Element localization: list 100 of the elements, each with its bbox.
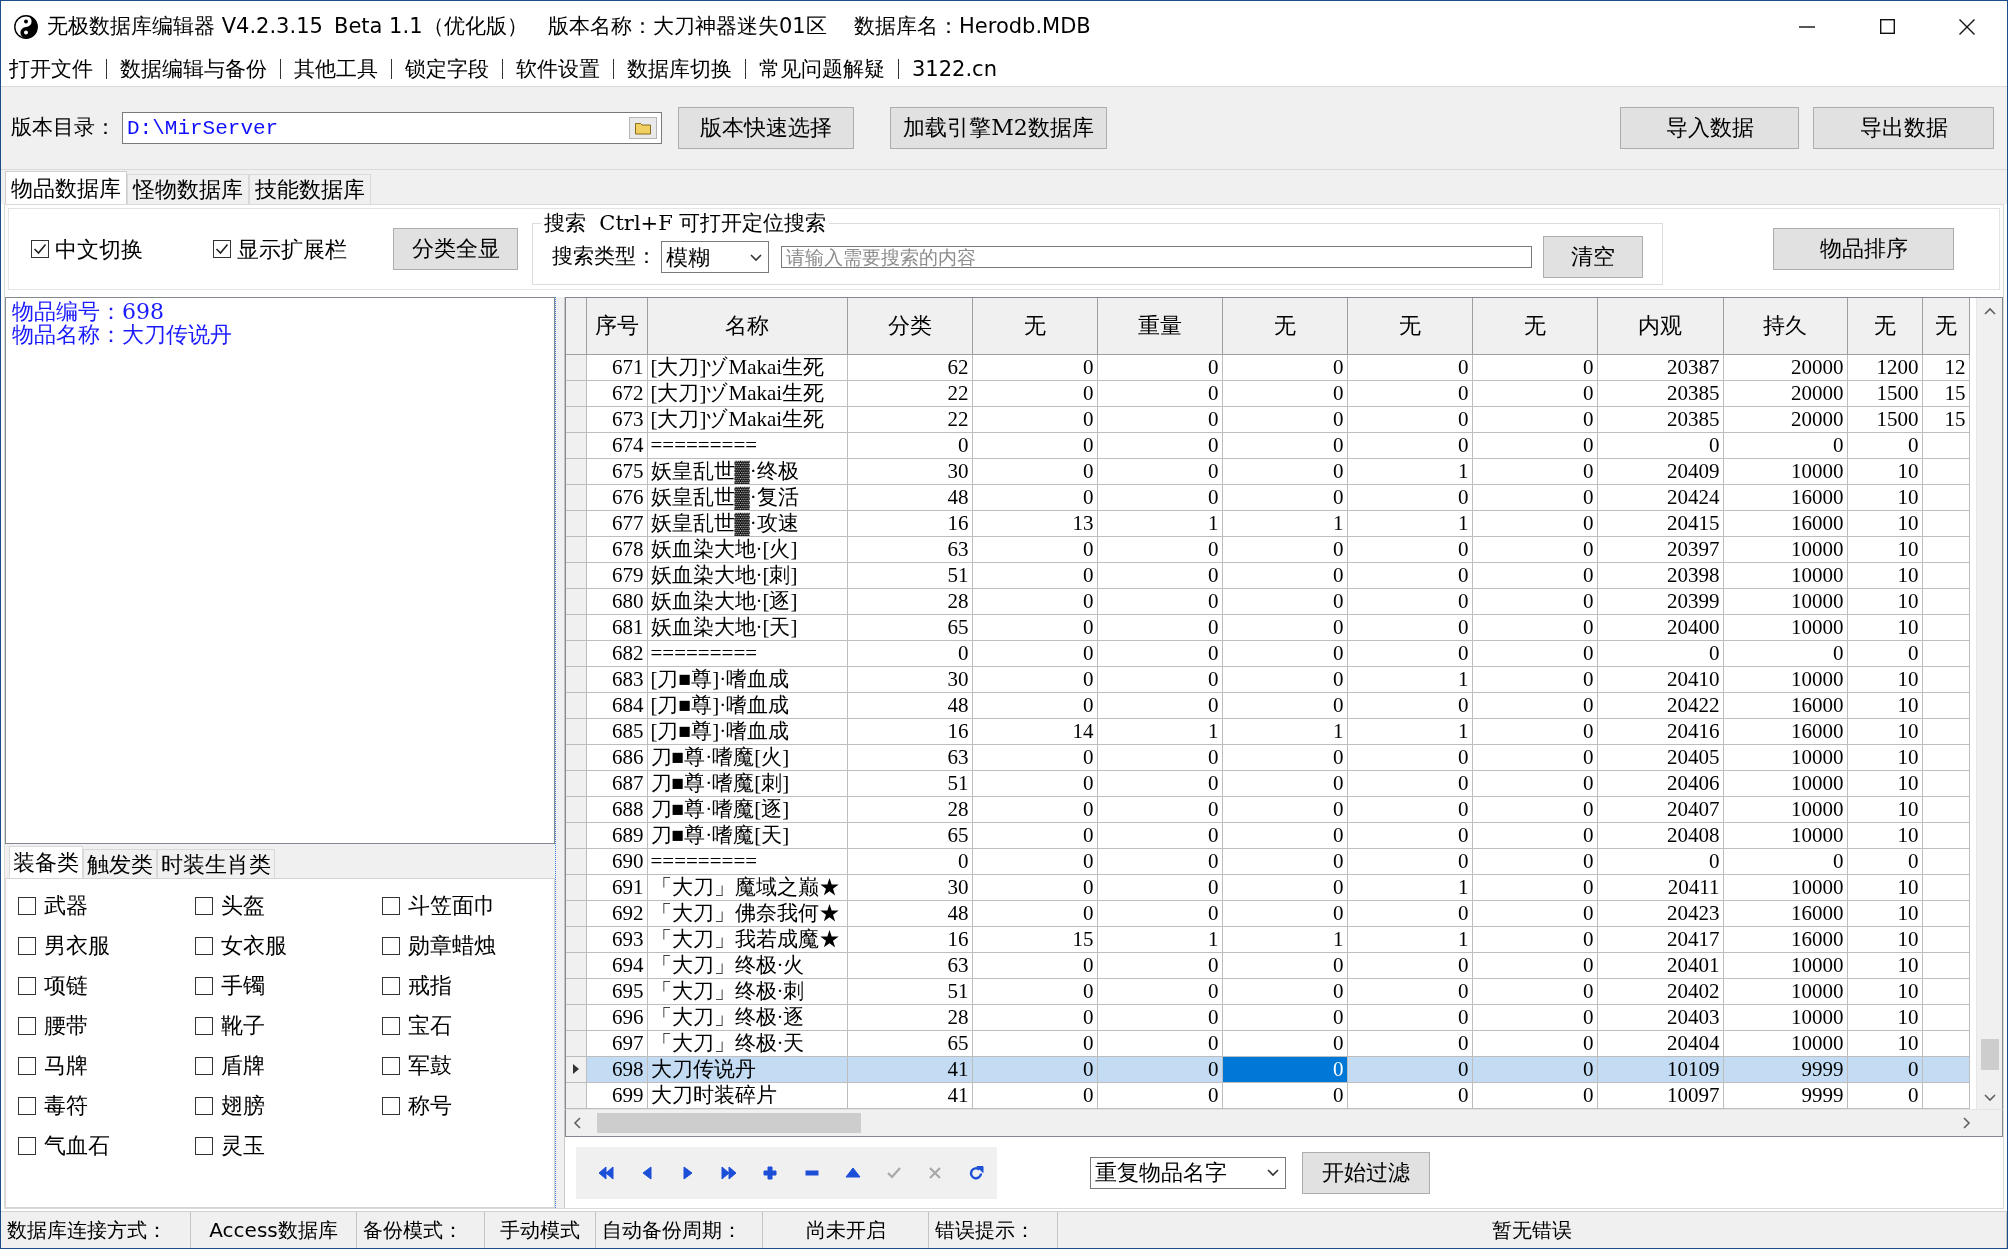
column-header[interactable]: 持久 (1723, 298, 1847, 354)
table-row[interactable]: 678 妖血染大地·[火] 63 0 0 0 0 0 20397 10000 10 (566, 536, 1969, 562)
table-row[interactable]: 673 [大刀]ヅMakai生死 22 0 0 0 0 0 20385 20000 1500 15 (566, 406, 1969, 432)
column-header[interactable]: 内观 (1597, 298, 1723, 354)
table-row[interactable]: 697 「大刀」终极·天 65 0 0 0 0 0 20404 10000 10 (566, 1030, 1969, 1056)
checkbox[interactable] (18, 1137, 36, 1155)
table-row[interactable]: 674 ========= 0 0 0 0 0 0 0 0 0 (566, 432, 1969, 458)
table-row[interactable]: 679 妖血染大地·[刺] 51 0 0 0 0 0 20398 10000 10 (566, 562, 1969, 588)
checkbox[interactable] (18, 897, 36, 915)
table-row[interactable]: 685 [刀■尊]·嗜血成 16 14 1 1 1 0 20416 16000 10 (566, 718, 1969, 744)
menu-item[interactable]: 3122.cn (899, 55, 1010, 83)
table-cell: 1 (1097, 510, 1222, 536)
menu-item[interactable]: 锁定字段 (392, 55, 502, 83)
category-tab[interactable]: 时装生肖类 (157, 849, 275, 878)
column-header[interactable]: 无 (1847, 298, 1922, 354)
table-row[interactable]: 691 「大刀」魔域之巅★ 30 0 0 0 1 0 20411 10000 10 (566, 874, 1969, 900)
filter-mode-dropdown[interactable]: 重复物品名字 (1090, 1156, 1286, 1189)
menu-item[interactable]: 其他工具 (281, 55, 391, 83)
checkbox[interactable] (18, 1057, 36, 1075)
menu-item[interactable]: 打开文件 (1, 55, 106, 83)
tab[interactable]: 技能数据库 (249, 174, 371, 204)
start-filter-button[interactable]: 开始过滤 (1302, 1151, 1430, 1194)
checkbox[interactable] (213, 240, 231, 258)
checkbox[interactable] (382, 977, 400, 995)
table-row[interactable]: 680 妖血染大地·[逐] 28 0 0 0 0 0 20399 10000 10 (566, 588, 1969, 614)
column-header[interactable]: 无 (972, 298, 1097, 354)
checkbox[interactable] (195, 1017, 213, 1035)
menu-item[interactable]: 数据库切换 (614, 55, 745, 83)
table-cell: 0 (1347, 614, 1472, 640)
checkbox[interactable] (18, 937, 36, 955)
checkbox[interactable] (382, 897, 400, 915)
clear-button[interactable]: 清空 (1543, 236, 1643, 278)
table-row[interactable]: 671 [大刀]ヅMakai生死 62 0 0 0 0 0 20387 20000 1200 12 (566, 354, 1969, 380)
table-cell: 10000 (1723, 796, 1847, 822)
checkbox[interactable] (195, 1057, 213, 1075)
checkbox[interactable] (195, 1097, 213, 1115)
toolbar-button[interactable]: 版本快速选择 (678, 107, 854, 149)
column-header[interactable]: 无 (1222, 298, 1347, 354)
table-row[interactable]: 683 [刀■尊]·嗜血成 30 0 0 0 1 0 20410 10000 10 (566, 666, 1969, 692)
checkbox[interactable] (31, 240, 49, 258)
table-row[interactable]: 694 「大刀」终极·火 63 0 0 0 0 0 20401 10000 10 (566, 952, 1969, 978)
table-row[interactable]: 688 刀■尊·嗜魔[逐] 28 0 0 0 0 0 20407 10000 10 (566, 796, 1969, 822)
table-cell: 0 (1347, 536, 1472, 562)
tab[interactable]: 物品数据库 (5, 171, 127, 204)
table-row[interactable]: 689 刀■尊·嗜魔[天] 65 0 0 0 0 0 20408 10000 10 (566, 822, 1969, 848)
menu-item[interactable]: 软件设置 (503, 55, 613, 83)
toolbar-button[interactable]: 导入数据 (1620, 107, 1799, 149)
table-row[interactable]: 693 「大刀」我若成魔★ 16 15 1 1 1 0 20417 16000 10 (566, 926, 1969, 952)
search-field[interactable]: 请输入需要搜索的内容 (781, 246, 1532, 268)
toolbar-button[interactable]: 加载引擎M2数据库 (890, 107, 1107, 149)
table-row[interactable]: 686 刀■尊·嗜魔[火] 63 0 0 0 0 0 20405 10000 10 (566, 744, 1969, 770)
table-row[interactable]: 682 ========= 0 0 0 0 0 0 0 0 0 (566, 640, 1969, 666)
table-cell: 0 (1347, 952, 1472, 978)
show-all-button[interactable]: 分类全显 (393, 228, 518, 270)
checkbox[interactable] (18, 1097, 36, 1115)
search-type-dropdown[interactable]: 模糊 (661, 241, 769, 273)
table-row[interactable]: 681 妖血染大地·[天] 65 0 0 0 0 0 20400 10000 10 (566, 614, 1969, 640)
column-header[interactable]: 无 (1922, 298, 1969, 354)
menu-item[interactable]: 常见问题解疑 (746, 55, 898, 83)
checkbox[interactable] (195, 897, 213, 915)
checkbox[interactable] (18, 977, 36, 995)
column-header[interactable]: 分类 (847, 298, 972, 354)
category-tab[interactable]: 触发类 (83, 849, 157, 878)
table-row[interactable]: 692 「大刀」佛奈我何★ 48 0 0 0 0 0 20423 16000 10 (566, 900, 1969, 926)
scrollbar-thumb[interactable] (1980, 1039, 1999, 1070)
table-row[interactable]: 690 ========= 0 0 0 0 0 0 0 0 0 (566, 848, 1969, 874)
checkbox[interactable] (382, 937, 400, 955)
toolbar-button[interactable]: 导出数据 (1813, 107, 1994, 149)
table-row[interactable]: 699 大刀时装碎片 41 0 0 0 0 0 10097 9999 0 (566, 1082, 1969, 1108)
table-row[interactable]: 698 大刀传说丹 41 0 0 0 0 0 10109 9999 0 (566, 1056, 1969, 1082)
directory-field[interactable]: D:\MirServer (122, 112, 662, 144)
table-row[interactable]: 687 刀■尊·嗜魔[刺] 51 0 0 0 0 0 20406 10000 10 (566, 770, 1969, 796)
column-header[interactable]: 无 (1347, 298, 1472, 354)
table-cell: 0 (972, 432, 1097, 458)
column-header[interactable]: 重量 (1097, 298, 1222, 354)
checkbox[interactable] (195, 937, 213, 955)
menu-item[interactable]: 数据编辑与备份 (107, 55, 280, 83)
checkbox[interactable] (382, 1097, 400, 1115)
column-header[interactable]: 序号 (586, 298, 647, 354)
vertical-scrollbar[interactable] (1976, 298, 2002, 1109)
table-row[interactable]: 695 「大刀」终极·刺 51 0 0 0 0 0 20402 10000 10 (566, 978, 1969, 1004)
checkbox[interactable] (195, 977, 213, 995)
table-cell: 1 (1097, 718, 1222, 744)
browse-button[interactable] (629, 117, 657, 139)
table-row[interactable]: 684 [刀■尊]·嗜血成 48 0 0 0 0 0 20422 16000 10 (566, 692, 1969, 718)
table-row[interactable]: 696 「大刀」终极·逐 28 0 0 0 0 0 20403 10000 10 (566, 1004, 1969, 1030)
status-label: 备份模式： (357, 1212, 485, 1248)
horizontal-scrollbar[interactable] (565, 1109, 2003, 1137)
column-header[interactable]: 无 (1472, 298, 1597, 354)
table-row[interactable]: 672 [大刀]ヅMakai生死 22 0 0 0 0 0 20385 20000 1500 15 (566, 380, 1969, 406)
checkbox[interactable] (382, 1057, 400, 1075)
category-tab[interactable]: 装备类 (9, 846, 83, 878)
sort-button[interactable]: 物品排序 (1773, 228, 1954, 270)
checkbox[interactable] (18, 1017, 36, 1035)
checkbox[interactable] (382, 1017, 400, 1035)
table-cell: 0 (1472, 822, 1597, 848)
column-header[interactable]: 名称 (647, 298, 847, 354)
tab[interactable]: 怪物数据库 (127, 174, 249, 204)
scrollbar-thumb[interactable] (597, 1113, 861, 1133)
checkbox[interactable] (195, 1137, 213, 1155)
